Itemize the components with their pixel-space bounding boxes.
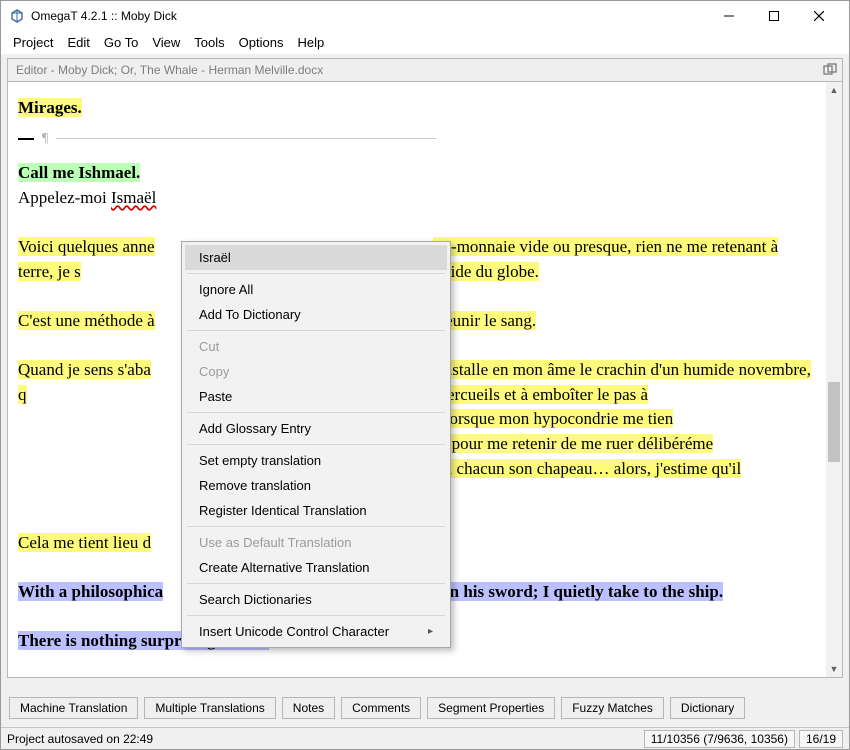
window-title: OmegaT 4.2.1 :: Moby Dick (31, 9, 706, 23)
status-segment-counts: 11/10356 (7/9636, 10356) (644, 730, 795, 748)
segment-source-active[interactable]: Call me Ishmael. (18, 163, 140, 182)
ctx-create-alternative[interactable]: Create Alternative Translation (185, 555, 447, 580)
ctx-insert-unicode[interactable]: Insert Unicode Control Character (185, 619, 447, 644)
close-button[interactable] (796, 1, 841, 31)
menu-goto[interactable]: Go To (98, 33, 144, 52)
ctx-separator (187, 444, 445, 445)
segment-target[interactable]: Appelez-moi Ismaël (18, 188, 156, 207)
ctx-search-dictionaries[interactable]: Search Dictionaries (185, 587, 447, 612)
docking-icon[interactable] (822, 62, 838, 78)
status-bar: Project autosaved on 22:49 11/10356 (7/9… (1, 727, 849, 749)
segment[interactable]: Cela me tient lieu d (18, 533, 151, 552)
menu-view[interactable]: View (146, 33, 186, 52)
tab-comments[interactable]: Comments (341, 697, 421, 719)
status-autosave: Project autosaved on 22:49 (7, 732, 640, 746)
ctx-use-default-translation: Use as Default Translation (185, 530, 447, 555)
ctx-register-identical[interactable]: Register Identical Translation (185, 498, 447, 523)
ctx-add-to-dictionary[interactable]: Add To Dictionary (185, 302, 447, 327)
ctx-separator (187, 615, 445, 616)
ctx-ignore-all[interactable]: Ignore All (185, 277, 447, 302)
segment-untranslated[interactable]: With a philosophica (18, 582, 163, 601)
context-menu: Israël Ignore All Add To Dictionary Cut … (181, 241, 451, 648)
menu-project[interactable]: Project (7, 33, 59, 52)
spell-error[interactable]: Ismaël (111, 188, 156, 207)
segment[interactable]: Quand je sens s'aba (18, 360, 151, 379)
scroll-thumb[interactable] (828, 382, 840, 462)
editor-tab-header: Editor - Moby Dick; Or, The Whale - Herm… (7, 58, 843, 82)
status-progress: 16/19 (799, 730, 843, 748)
tab-notes[interactable]: Notes (282, 697, 335, 719)
menu-edit[interactable]: Edit (61, 33, 95, 52)
ctx-add-glossary[interactable]: Add Glossary Entry (185, 416, 447, 441)
segment[interactable]: Mirages. (18, 98, 82, 117)
ctx-spell-suggestion[interactable]: Israël (185, 245, 447, 270)
ctx-separator (187, 583, 445, 584)
app-icon (9, 8, 25, 24)
ctx-separator (187, 526, 445, 527)
segment-untranslated[interactable]: pon his sword; I quietly take to the shi… (432, 582, 723, 601)
ctx-remove-translation[interactable]: Remove translation (185, 473, 447, 498)
vertical-scrollbar[interactable]: ▲ ▼ (826, 82, 842, 677)
maximize-button[interactable] (751, 1, 796, 31)
segment[interactable]: C'est une méthode à (18, 311, 155, 330)
ctx-separator (187, 330, 445, 331)
ctx-paste[interactable]: Paste (185, 384, 447, 409)
scroll-down-icon[interactable]: ▼ (826, 661, 842, 677)
bottom-tabs: Machine Translation Multiple Translation… (7, 693, 843, 725)
title-bar: OmegaT 4.2.1 :: Moby Dick (1, 1, 849, 31)
segment[interactable]: Voici quelques anne (18, 237, 155, 256)
ctx-set-empty-translation[interactable]: Set empty translation (185, 448, 447, 473)
ctx-separator (187, 412, 445, 413)
tab-fuzzy-matches[interactable]: Fuzzy Matches (561, 697, 664, 719)
tab-dictionary[interactable]: Dictionary (670, 697, 745, 719)
ctx-cut: Cut (185, 334, 447, 359)
ctx-copy: Copy (185, 359, 447, 384)
editor-tab-title: Editor - Moby Dick; Or, The Whale - Herm… (16, 63, 323, 77)
menu-bar: Project Edit Go To View Tools Options He… (1, 31, 849, 54)
tab-segment-properties[interactable]: Segment Properties (427, 697, 555, 719)
tab-machine-translation[interactable]: Machine Translation (9, 697, 138, 719)
menu-options[interactable]: Options (233, 33, 290, 52)
menu-tools[interactable]: Tools (188, 33, 230, 52)
tab-multiple-translations[interactable]: Multiple Translations (144, 697, 275, 719)
minimize-button[interactable] (706, 1, 751, 31)
scroll-up-icon[interactable]: ▲ (826, 82, 842, 98)
menu-help[interactable]: Help (291, 33, 330, 52)
paragraph-separator: ¶ (18, 129, 816, 149)
ctx-separator (187, 273, 445, 274)
